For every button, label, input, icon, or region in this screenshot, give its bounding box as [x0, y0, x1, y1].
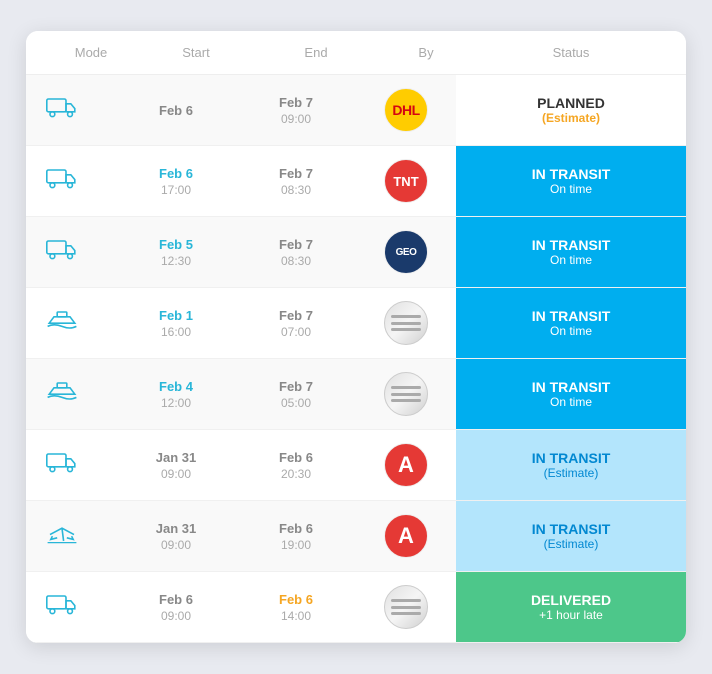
carrier-avatar: GEO — [384, 230, 428, 274]
end-cell: Feb 6 14:00 — [236, 584, 356, 631]
mode-cell — [26, 158, 116, 204]
carrier-avatar: A — [384, 443, 428, 487]
start-cell: Jan 31 09:00 — [116, 442, 236, 489]
table-row: Feb 1 16:00 Feb 7 07:00 IN TRANSIT On ti… — [26, 288, 686, 359]
carrier-cell: TNT — [356, 151, 456, 211]
col-start: Start — [136, 45, 256, 60]
carrier-avatar: DHL — [384, 88, 428, 132]
carrier-cell: DHL — [356, 80, 456, 140]
mode-cell — [26, 584, 116, 630]
end-cell: Feb 6 19:00 — [236, 513, 356, 560]
start-cell: Jan 31 09:00 — [116, 513, 236, 560]
carrier-avatar — [384, 585, 428, 629]
end-cell: Feb 7 05:00 — [236, 371, 356, 418]
carrier-cell: A — [356, 506, 456, 566]
carrier-cell: A — [356, 435, 456, 495]
carrier-cell — [356, 577, 456, 637]
end-cell: Feb 7 09:00 — [236, 87, 356, 134]
status-cell: IN TRANSIT On time — [456, 146, 686, 216]
end-cell: Feb 7 08:30 — [236, 229, 356, 276]
mode-cell — [26, 229, 116, 275]
truck-icon — [46, 95, 78, 125]
carrier-cell — [356, 293, 456, 353]
start-cell: Feb 6 09:00 — [116, 584, 236, 631]
mode-cell — [26, 513, 116, 559]
plane-icon — [46, 521, 78, 551]
table-row: Feb 6 17:00 Feb 7 08:30 TNT IN TRANSIT O… — [26, 146, 686, 217]
carrier-cell: GEO — [356, 222, 456, 282]
status-cell: IN TRANSIT On time — [456, 359, 686, 429]
status-cell: PLANNED (Estimate) — [456, 75, 686, 145]
table-row: Feb 6 09:00 Feb 6 14:00 DELIVERED +1 hou… — [26, 572, 686, 643]
table-header: Mode Start End By Status — [26, 31, 686, 75]
truck-icon — [46, 450, 78, 480]
col-by: By — [376, 45, 476, 60]
table-row: Jan 31 09:00 Feb 6 19:00 A IN TRANSIT (E… — [26, 501, 686, 572]
start-cell: Feb 6 — [116, 95, 236, 126]
truck-icon — [46, 166, 78, 196]
table-row: Feb 5 12:30 Feb 7 08:30 GEO IN TRANSIT O… — [26, 217, 686, 288]
status-cell: IN TRANSIT On time — [456, 217, 686, 287]
col-end: End — [256, 45, 376, 60]
mode-cell — [26, 371, 116, 417]
status-cell: IN TRANSIT On time — [456, 288, 686, 358]
truck-icon — [46, 237, 78, 267]
truck-icon — [46, 592, 78, 622]
end-cell: Feb 6 20:30 — [236, 442, 356, 489]
end-cell: Feb 7 07:00 — [236, 300, 356, 347]
table-row: Feb 6 Feb 7 09:00 DHL PLANNED (Estimate) — [26, 75, 686, 146]
end-cell: Feb 7 08:30 — [236, 158, 356, 205]
carrier-cell — [356, 364, 456, 424]
status-cell: DELIVERED +1 hour late — [456, 572, 686, 642]
table-row: Feb 4 12:00 Feb 7 05:00 IN TRANSIT On ti… — [26, 359, 686, 430]
status-cell: IN TRANSIT (Estimate) — [456, 430, 686, 500]
carrier-avatar — [384, 301, 428, 345]
status-cell: IN TRANSIT (Estimate) — [456, 501, 686, 571]
carrier-avatar — [384, 372, 428, 416]
ship-icon — [46, 308, 78, 338]
mode-cell — [26, 300, 116, 346]
carrier-avatar: A — [384, 514, 428, 558]
mode-cell — [26, 442, 116, 488]
col-mode: Mode — [46, 45, 136, 60]
shipment-table: Mode Start End By Status Feb 6 Feb 7 09:… — [26, 31, 686, 643]
col-status: Status — [476, 45, 666, 60]
start-cell: Feb 6 17:00 — [116, 158, 236, 205]
table-row: Jan 31 09:00 Feb 6 20:30 A IN TRANSIT (E… — [26, 430, 686, 501]
start-cell: Feb 4 12:00 — [116, 371, 236, 418]
start-cell: Feb 5 12:30 — [116, 229, 236, 276]
ship-icon — [46, 379, 78, 409]
carrier-avatar: TNT — [384, 159, 428, 203]
mode-cell — [26, 87, 116, 133]
start-cell: Feb 1 16:00 — [116, 300, 236, 347]
